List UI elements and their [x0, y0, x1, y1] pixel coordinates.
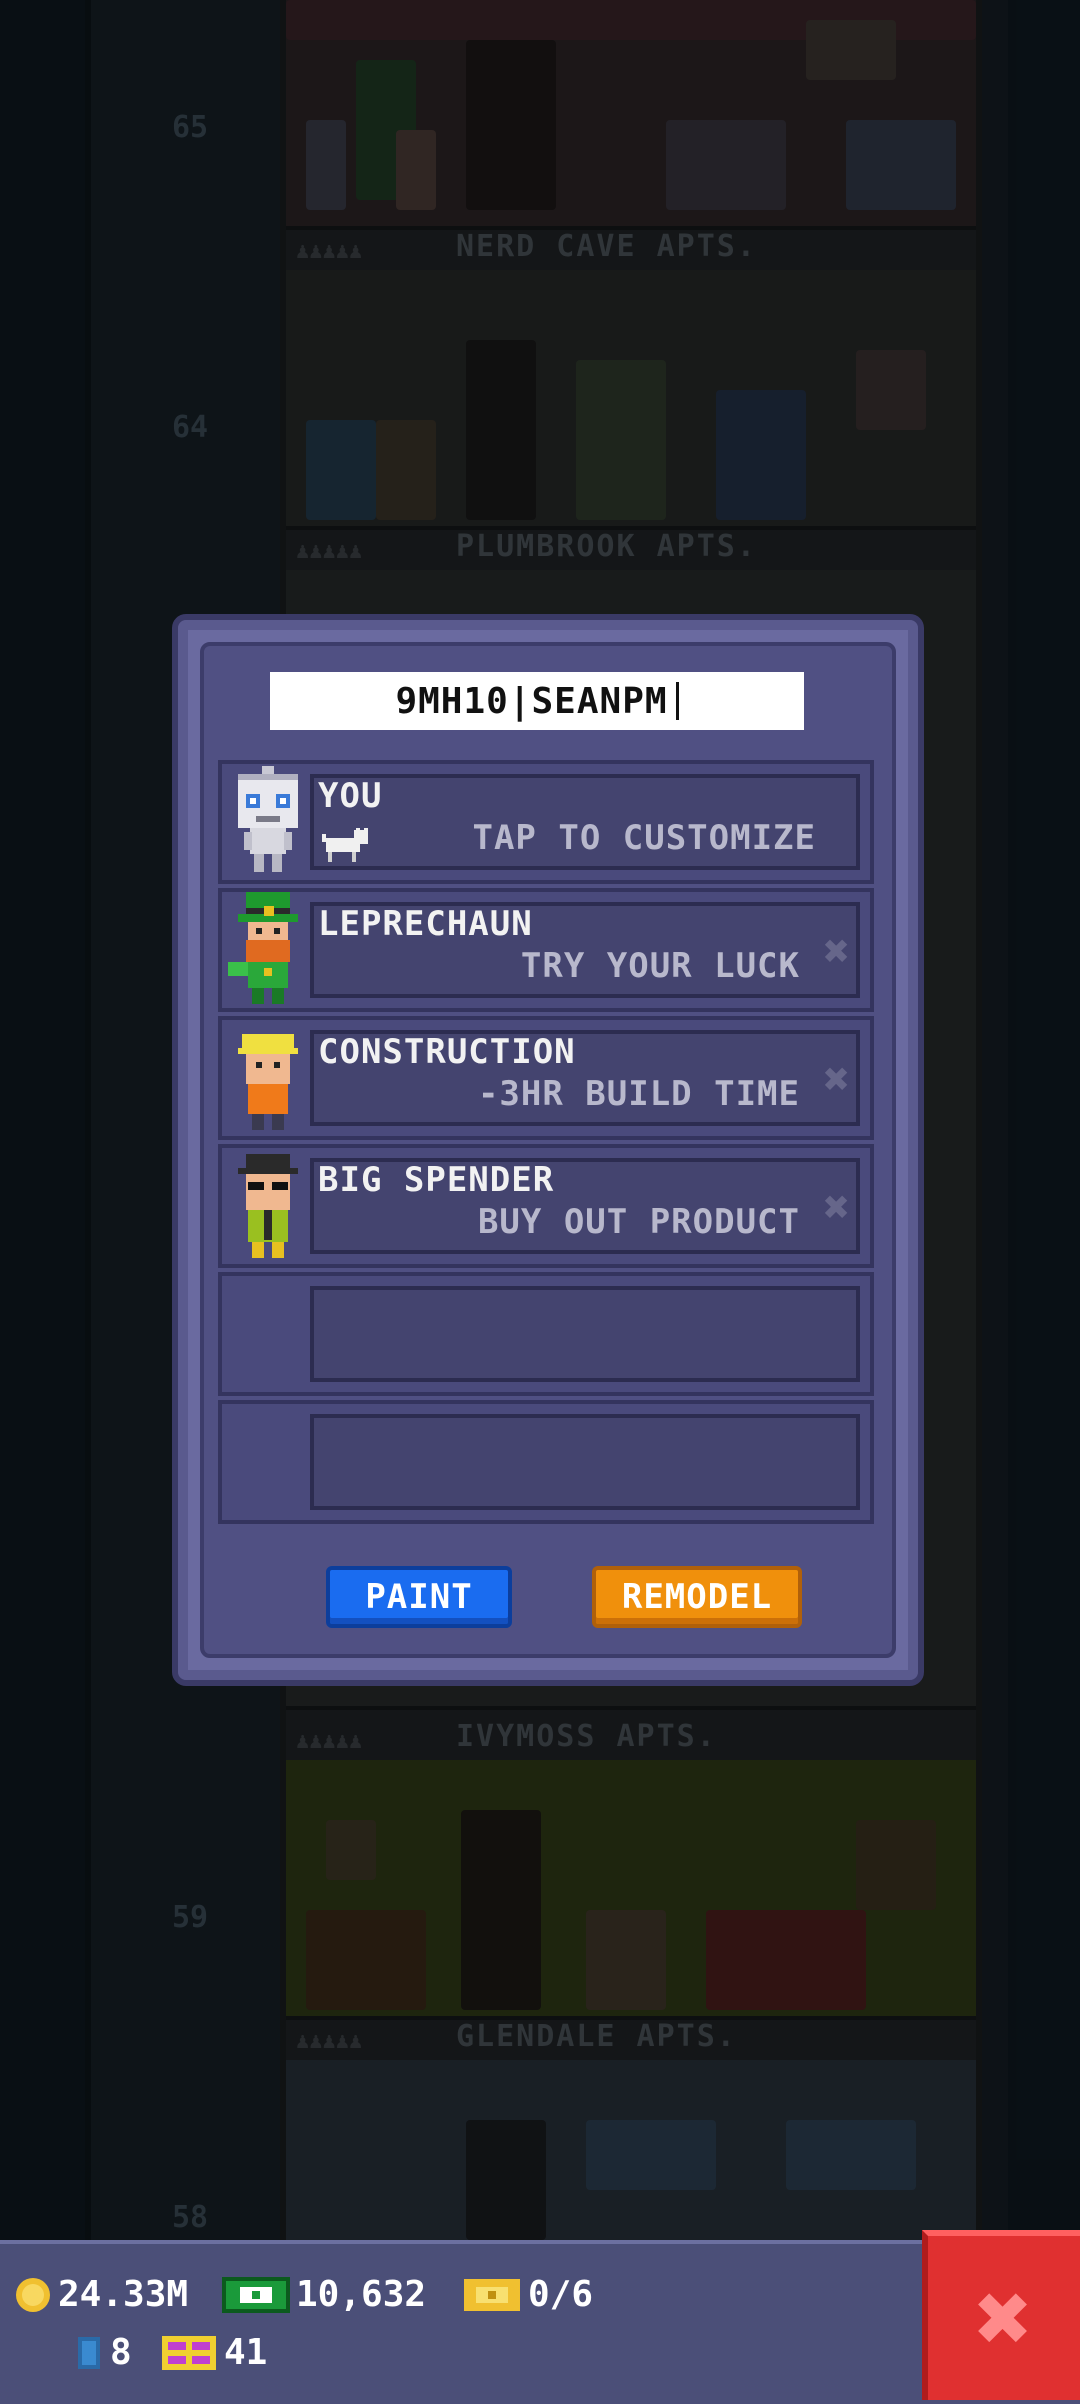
robot-avatar-icon	[238, 766, 298, 872]
close-icon: ✖	[975, 2262, 1033, 2374]
status-bar: 24.33M 10,632 0/6 8 41	[0, 2240, 1080, 2404]
gift-value: 41	[224, 2332, 268, 2373]
row-you[interactable]: YOU TAP TO CUSTOMIZE	[218, 760, 874, 884]
row-big-spender[interactable]: BIG SPENDER BUY OUT PRODUCT ✖	[218, 1144, 874, 1268]
row-subtitle: -3HR BUILD TIME	[477, 1074, 800, 1114]
row-panel	[310, 1414, 860, 1510]
elevator-stat: 8	[74, 2332, 132, 2373]
row-panel	[310, 1286, 860, 1382]
remove-icon[interactable]: ✖	[824, 1054, 851, 1105]
bux-stat: 10,632	[222, 2274, 426, 2315]
golden-ticket-icon	[464, 2278, 520, 2311]
row-empty-slot[interactable]	[218, 1272, 874, 1396]
row-subtitle: TRY YOUR LUCK	[520, 946, 800, 986]
floor-name-value: 9MH10|SEANPM	[395, 680, 668, 722]
row-subtitle: BUY OUT PRODUCT	[477, 1202, 800, 1242]
row-construction[interactable]: CONSTRUCTION -3HR BUILD TIME ✖	[218, 1016, 874, 1140]
leprechaun-avatar-icon	[228, 892, 298, 1004]
tickets-value: 0/6	[528, 2274, 594, 2315]
coins-stat: 24.33M	[14, 2274, 188, 2315]
elevator-value: 8	[110, 2332, 132, 2373]
coin-icon	[16, 2277, 50, 2312]
bux-value: 10,632	[296, 2274, 427, 2315]
big-spender-avatar-icon	[238, 1154, 298, 1258]
row-title: YOU	[318, 776, 383, 816]
row-empty-slot[interactable]	[218, 1400, 874, 1524]
remodel-button[interactable]: REMODEL	[592, 1566, 802, 1628]
floor-name-input[interactable]: 9MH10|SEANPM	[270, 672, 804, 730]
row-leprechaun[interactable]: LEPRECHAUN TRY YOUR LUCK ✖	[218, 888, 874, 1012]
row-subtitle: TAP TO CUSTOMIZE	[472, 818, 816, 858]
row-title: LEPRECHAUN	[318, 904, 533, 944]
close-button[interactable]: ✖	[922, 2230, 1080, 2400]
dialog-inner-panel: 9MH10|SEANPM YOU TAP TO CUSTOMIZE LEPREC…	[200, 642, 896, 1658]
gift-ticket-icon	[162, 2335, 216, 2370]
bux-icon	[222, 2276, 290, 2313]
row-title: BIG SPENDER	[318, 1160, 555, 1200]
elevator-icon	[78, 2336, 100, 2369]
remove-icon[interactable]: ✖	[824, 926, 851, 977]
row-title: CONSTRUCTION	[318, 1032, 576, 1072]
gift-stat: 41	[160, 2332, 267, 2373]
text-cursor	[675, 682, 679, 720]
tickets-stat: 0/6	[462, 2274, 593, 2315]
paint-button[interactable]: PAINT	[326, 1566, 512, 1628]
customize-floor-dialog: 9MH10|SEANPM YOU TAP TO CUSTOMIZE LEPREC…	[172, 614, 924, 1686]
cat-icon	[322, 828, 368, 862]
coins-value: 24.33M	[58, 2274, 189, 2315]
remove-icon[interactable]: ✖	[824, 1182, 851, 1233]
construction-worker-avatar-icon	[238, 1034, 298, 1130]
